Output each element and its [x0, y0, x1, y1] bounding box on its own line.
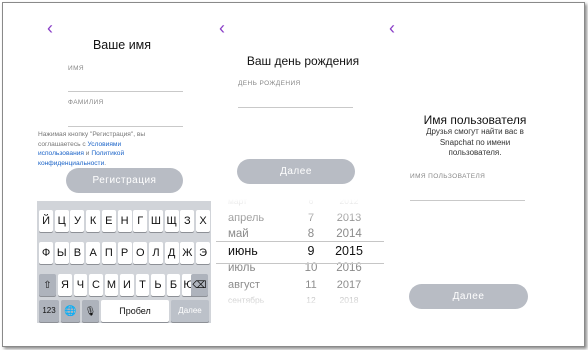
- picker-month-item[interactable]: сентябрь: [228, 295, 288, 305]
- key-row1-2[interactable]: У: [70, 210, 85, 232]
- key-row2-5[interactable]: Р: [117, 242, 132, 264]
- picker-year-item[interactable]: 2015: [328, 244, 370, 258]
- last-name-label: ФАМИЛИЯ: [68, 99, 104, 106]
- globe-key[interactable]: 🌐: [61, 300, 80, 322]
- picker-year-item[interactable]: 2012: [328, 199, 370, 206]
- first-name-label: ИМЯ: [68, 65, 84, 72]
- key-row2-3[interactable]: А: [86, 242, 101, 264]
- back-chevron-icon[interactable]: ‹: [389, 19, 403, 37]
- picker-selection-top: [216, 241, 384, 242]
- key-row3-0[interactable]: Я: [58, 274, 72, 296]
- key-row1-10[interactable]: Х: [196, 210, 211, 232]
- key-row3-3[interactable]: М: [104, 274, 119, 296]
- key-row1-1[interactable]: Ц: [54, 210, 69, 232]
- key-row1-3[interactable]: К: [86, 210, 101, 232]
- key-row1-5[interactable]: Н: [117, 210, 132, 232]
- legal-notice: Нажимая кнопку "Регистрация", вы соглаша…: [38, 130, 156, 168]
- next-button[interactable]: Далее: [409, 284, 528, 309]
- microphone-key[interactable]: 🎙: [82, 300, 99, 322]
- picker-month-item[interactable]: май: [228, 228, 288, 240]
- key-row2-4[interactable]: П: [101, 242, 116, 264]
- numbers-key[interactable]: 123: [39, 300, 59, 322]
- key-row1-4[interactable]: Е: [101, 210, 116, 232]
- key-row1-0[interactable]: Й: [39, 210, 54, 232]
- birthday-field[interactable]: [238, 107, 353, 108]
- picker-year-item[interactable]: 2014: [328, 228, 370, 240]
- username-label: ИМЯ ПОЛЬЗОВАТЕЛЯ: [410, 173, 486, 180]
- screenshot-frame: ‹ Ваше имя ИМЯ ФАМИЛИЯ Нажимая кнопку "Р…: [2, 2, 585, 347]
- picker-day-item[interactable]: 11: [298, 279, 324, 291]
- back-chevron-icon[interactable]: ‹: [47, 19, 61, 37]
- legal-suffix-text: .: [104, 159, 107, 167]
- back-chevron-icon[interactable]: ‹: [219, 19, 233, 37]
- picker-year-item[interactable]: 2018: [328, 295, 370, 305]
- picker-month-item[interactable]: март: [228, 199, 288, 206]
- picker-selection-bottom: [216, 263, 384, 264]
- key-row2-7[interactable]: Л: [148, 242, 163, 264]
- username-field[interactable]: [410, 200, 525, 201]
- key-row3-2[interactable]: С: [89, 274, 103, 296]
- page-title: Ваш день рождения: [246, 54, 360, 68]
- key-row1-7[interactable]: Ш: [148, 210, 163, 232]
- register-button[interactable]: Регистрация: [66, 168, 183, 193]
- keyboard-done-key[interactable]: Далее: [171, 300, 209, 322]
- key-row2-0[interactable]: Ф: [39, 242, 54, 264]
- picker-day-item[interactable]: 7: [298, 212, 324, 224]
- backspace-key[interactable]: ⌫: [191, 274, 208, 296]
- keyboard: ЙЦУКЕНГШЩЗХ ФЫВАПРОЛДЖЭ ЯЧСМИТЬБЮ ⇧ ⌫ 12…: [37, 201, 211, 323]
- page-title: Ваше имя: [92, 38, 152, 52]
- key-row1-8[interactable]: Щ: [164, 210, 179, 232]
- last-name-field[interactable]: [68, 126, 183, 127]
- picker-day-item[interactable]: 6: [298, 199, 324, 206]
- picker-day-item[interactable]: 8: [298, 228, 324, 240]
- globe-icon: 🌐: [64, 306, 77, 317]
- key-row2-2[interactable]: В: [70, 242, 85, 264]
- picker-month-item[interactable]: июнь: [228, 244, 288, 258]
- next-button[interactable]: Далее: [237, 159, 355, 184]
- picker-year-item[interactable]: 2017: [328, 279, 370, 291]
- picker-day-item[interactable]: 9: [298, 244, 324, 258]
- username-subtitle: Друзья смогут найти вас в Snapchat по им…: [426, 127, 524, 157]
- shift-icon: ⇧: [43, 280, 52, 291]
- key-row3-5[interactable]: Т: [135, 274, 150, 296]
- page-title: Имя пользователя: [423, 113, 527, 127]
- key-row2-6[interactable]: О: [133, 242, 148, 264]
- first-name-field[interactable]: [68, 91, 183, 92]
- birthday-label: ДЕНЬ РОЖДЕНИЯ: [238, 80, 301, 87]
- shift-key[interactable]: ⇧: [39, 274, 56, 296]
- microphone-icon: 🎙: [84, 306, 97, 316]
- key-row3-4[interactable]: И: [120, 274, 134, 296]
- key-row3-1[interactable]: Ч: [73, 274, 88, 296]
- key-row1-6[interactable]: Г: [133, 210, 148, 232]
- key-row2-1[interactable]: Ы: [54, 242, 69, 264]
- picker-month-item[interactable]: апрель: [228, 212, 288, 224]
- key-row3-7[interactable]: Б: [166, 274, 181, 296]
- date-picker[interactable]: март апрель май июнь июль август сентябрь 6 7 8 9 1…: [216, 199, 384, 309]
- backspace-icon: ⌫: [192, 280, 207, 291]
- username-screen: ‹ Имя пользователя Друзья смогут найти в…: [383, 3, 553, 346]
- key-row2-10[interactable]: Э: [196, 242, 211, 264]
- key-row3-6[interactable]: Ь: [151, 274, 165, 296]
- picker-day-item[interactable]: 12: [298, 295, 324, 305]
- key-row1-9[interactable]: З: [180, 210, 195, 232]
- key-row2-8[interactable]: Д: [164, 242, 179, 264]
- picker-month-item[interactable]: август: [228, 279, 288, 291]
- picker-year-item[interactable]: 2013: [328, 212, 370, 224]
- key-row2-9[interactable]: Ж: [180, 242, 195, 264]
- space-key[interactable]: Пробел: [101, 300, 169, 322]
